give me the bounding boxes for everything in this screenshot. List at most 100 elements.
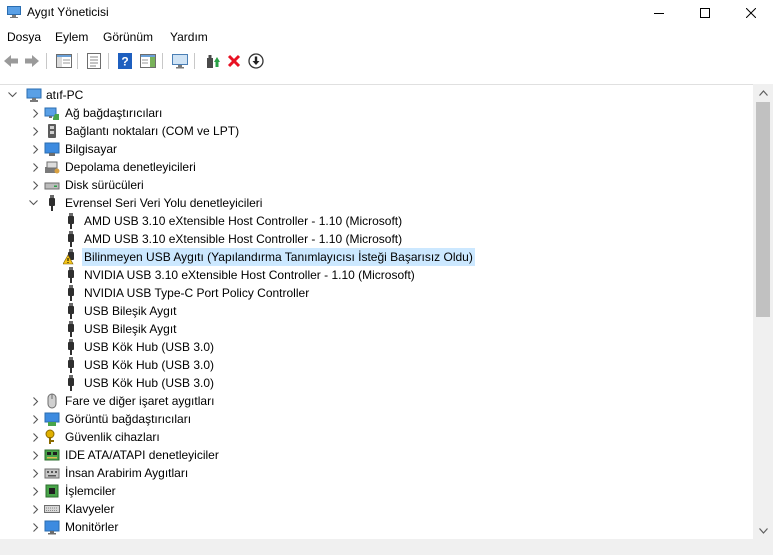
scroll-thumb[interactable] bbox=[756, 102, 770, 317]
expander-chevron-right-icon[interactable] bbox=[30, 428, 42, 446]
tree-category[interactable]: Fare ve diğer işaret aygıtları bbox=[0, 392, 753, 410]
tree-device[interactable]: AMD USB 3.10 eXtensible Host Controller … bbox=[0, 212, 753, 230]
usb-icon bbox=[68, 267, 74, 283]
tree-category-label: Görüntü bağdaştırıcıları bbox=[65, 412, 192, 426]
properties-button[interactable] bbox=[85, 52, 103, 70]
tree-category-label: Güvenlik cihazları bbox=[65, 430, 160, 444]
chevron-right-icon bbox=[33, 522, 39, 532]
tree-category[interactable]: İnsan Arabirim Aygıtları bbox=[0, 464, 753, 482]
tree-device-label: AMD USB 3.10 eXtensible Host Controller … bbox=[84, 214, 403, 228]
expander-chevron-right-icon[interactable] bbox=[30, 410, 42, 428]
expander-chevron-right-icon[interactable] bbox=[30, 122, 42, 140]
expander-chevron-right-icon[interactable] bbox=[30, 482, 42, 500]
close-button[interactable] bbox=[728, 0, 773, 26]
usb-icon bbox=[68, 303, 74, 319]
tree-category-label: Depolama denetleyicileri bbox=[65, 160, 196, 174]
chevron-right-icon bbox=[33, 108, 39, 118]
tree-category[interactable]: Bağlantı noktaları (COM ve LPT) bbox=[0, 122, 753, 140]
tree-category-label: İşlemciler bbox=[65, 484, 116, 498]
uninstall-device-button[interactable] bbox=[225, 52, 243, 70]
tree-category[interactable]: IDE ATA/ATAPI denetleyiciler bbox=[0, 446, 753, 464]
menu-dosya[interactable]: Dosya bbox=[7, 30, 41, 44]
tree-category[interactable]: Bilgisayar bbox=[0, 140, 753, 158]
toolbar-separator bbox=[46, 53, 47, 69]
vertical-scrollbar[interactable] bbox=[753, 84, 773, 539]
tree-device-label: USB Kök Hub (USB 3.0) bbox=[84, 358, 215, 372]
horizontal-scrollbar[interactable] bbox=[0, 539, 773, 555]
forward-arrow-icon bbox=[25, 55, 39, 67]
tree-category[interactable]: Disk sürücüleri bbox=[0, 176, 753, 194]
expander-chevron-right-icon[interactable] bbox=[30, 446, 42, 464]
tree-category[interactable]: Ağ bağdaştırıcıları bbox=[0, 104, 753, 122]
expander-chevron-right-icon[interactable] bbox=[30, 392, 42, 410]
forward-button[interactable] bbox=[23, 52, 41, 70]
usb-icon bbox=[68, 339, 74, 355]
chevron-right-icon bbox=[33, 504, 39, 514]
scroll-up-button[interactable] bbox=[753, 84, 773, 101]
tree-category[interactable]: Evrensel Seri Veri Yolu denetleyicileri bbox=[0, 194, 753, 212]
chevron-right-icon bbox=[33, 126, 39, 136]
mouse-icon bbox=[47, 393, 57, 409]
scroll-down-button[interactable] bbox=[753, 522, 773, 539]
tree-category-label: Monitörler bbox=[65, 520, 119, 534]
tree-category[interactable]: Depolama denetleyicileri bbox=[0, 158, 753, 176]
tree-device-label: NVIDIA USB Type-C Port Policy Controller bbox=[84, 286, 310, 300]
chevron-right-icon bbox=[33, 144, 39, 154]
tree-category[interactable]: İşlemciler bbox=[0, 482, 753, 500]
expander-chevron-right-icon[interactable] bbox=[30, 464, 42, 482]
hid-icon bbox=[44, 468, 60, 479]
security-device-icon bbox=[45, 429, 55, 444]
tree-category[interactable]: Klavyeler bbox=[0, 500, 753, 518]
menu-yardim[interactable]: Yardım bbox=[170, 30, 208, 44]
expander-chevron-right-icon[interactable] bbox=[30, 176, 42, 194]
delete-x-icon bbox=[227, 54, 241, 68]
expander-chevron-down-icon[interactable] bbox=[6, 86, 18, 104]
disable-device-button[interactable] bbox=[247, 52, 265, 70]
ide-controller-icon bbox=[44, 449, 60, 461]
expander-chevron-right-icon[interactable] bbox=[30, 140, 42, 158]
usb-icon bbox=[68, 231, 74, 247]
tree-category[interactable]: Görüntü bağdaştırıcıları bbox=[0, 410, 753, 428]
back-button[interactable] bbox=[2, 52, 20, 70]
svg-text:?: ? bbox=[121, 55, 128, 69]
help-button[interactable]: ? bbox=[116, 52, 134, 70]
show-action-pane-button[interactable] bbox=[139, 52, 157, 70]
action-pane-icon bbox=[140, 54, 156, 68]
menu-eylem[interactable]: Eylem bbox=[55, 30, 88, 44]
chevron-right-icon bbox=[33, 486, 39, 496]
scan-hardware-changes-button[interactable] bbox=[171, 52, 189, 70]
tree-category-label: Bilgisayar bbox=[65, 142, 118, 156]
tree-device[interactable]: AMD USB 3.10 eXtensible Host Controller … bbox=[0, 230, 753, 248]
expander-chevron-right-icon[interactable] bbox=[30, 104, 42, 122]
expander-chevron-right-icon[interactable] bbox=[30, 158, 42, 176]
tree-category[interactable]: Monitörler bbox=[0, 518, 753, 536]
tree-device[interactable]: NVIDIA USB 3.10 eXtensible Host Controll… bbox=[0, 266, 753, 284]
tree-device-selected[interactable]: Bilinmeyen USB Aygıtı (Yapılandırma Tanı… bbox=[0, 248, 753, 266]
tree-device[interactable]: NVIDIA USB Type-C Port Policy Controller bbox=[0, 284, 753, 302]
warning-icon bbox=[63, 249, 74, 265]
tree-device[interactable]: USB Bileşik Aygıt bbox=[0, 302, 753, 320]
help-icon: ? bbox=[118, 53, 132, 69]
update-driver-button[interactable] bbox=[203, 52, 221, 70]
chevron-right-icon bbox=[33, 450, 39, 460]
minimize-button[interactable] bbox=[636, 0, 682, 26]
tree-category[interactable]: Güvenlik cihazları bbox=[0, 428, 753, 446]
maximize-button[interactable] bbox=[682, 0, 728, 26]
tree-category-label: Ağ bağdaştırıcıları bbox=[65, 106, 163, 120]
show-hide-console-tree-button[interactable] bbox=[55, 52, 73, 70]
maximize-icon bbox=[700, 8, 710, 18]
tree-device[interactable]: USB Kök Hub (USB 3.0) bbox=[0, 356, 753, 374]
expander-chevron-right-icon[interactable] bbox=[30, 500, 42, 518]
menu-gorunum[interactable]: Görünüm bbox=[103, 30, 153, 44]
tree-root[interactable]: atıf-PC bbox=[0, 86, 753, 104]
tree-category-label: Disk sürücüleri bbox=[65, 178, 144, 192]
expander-chevron-right-icon[interactable] bbox=[30, 518, 42, 536]
device-tree[interactable]: atıf-PC Ağ bağdaştırıcıları Bağlantı nokta… bbox=[0, 84, 753, 556]
expander-chevron-down-icon[interactable] bbox=[27, 194, 39, 212]
network-adapter-icon bbox=[44, 107, 59, 120]
tree-device[interactable]: USB Bileşik Aygıt bbox=[0, 320, 753, 338]
tree-device[interactable]: USB Kök Hub (USB 3.0) bbox=[0, 338, 753, 356]
processor-icon bbox=[45, 484, 59, 498]
tree-device-label: USB Bileşik Aygıt bbox=[84, 304, 177, 318]
tree-device[interactable]: USB Kök Hub (USB 3.0) bbox=[0, 374, 753, 392]
